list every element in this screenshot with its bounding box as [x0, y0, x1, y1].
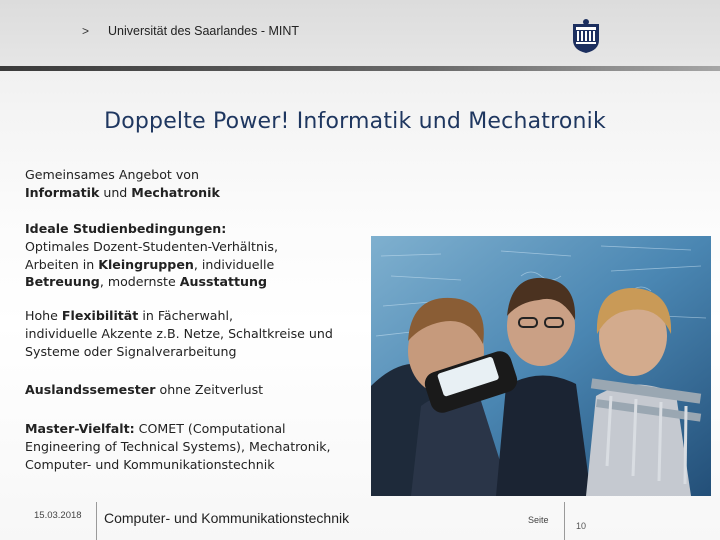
footer-page-label: Seite [528, 515, 549, 525]
bullet-heading: Master-Vielfalt: [25, 421, 135, 436]
bullet-text: COMET (Computational [134, 421, 286, 436]
bullet-study-conditions: Ideale Studienbedingungen: Optimales Doz… [25, 220, 278, 291]
bullet-text: Systeme oder Signalverarbeitung [25, 343, 237, 359]
bullet-joint-offer: Gemeinsames Angebot von Informatik und M… [25, 166, 220, 202]
bullet-text: und [99, 184, 132, 200]
bullet-emphasis: Flexibilität [61, 308, 139, 323]
breadcrumb-chevron: > [82, 24, 90, 38]
header-divider [0, 66, 720, 71]
university-seal-icon [573, 19, 599, 53]
bullet-text: , modernste [99, 274, 180, 290]
bullet-emphasis: Mechatronik [131, 184, 220, 200]
bullet-semester-abroad: Auslandssemester ohne Zeitverlust [25, 381, 263, 399]
bullet-heading: Ideale Studienbedingungen: [25, 221, 227, 236]
slide-title: Doppelte Power! Informatik und Mechatron… [104, 109, 606, 134]
bullet-master-variety: Master-Vielfalt: COMET (Computational En… [25, 420, 331, 473]
footer-divider [96, 502, 97, 540]
footer-topic: Computer- und Kommunikationstechnik [104, 510, 350, 526]
bullet-text: ohne Zeitverlust [155, 382, 264, 397]
header-title: Universität des Saarlandes - MINT [108, 24, 300, 38]
bullet-text: Optimales Dozent-Studenten-Verhältnis, [25, 238, 278, 254]
bullet-emphasis: Ausstattung [179, 274, 267, 290]
bullet-flexibility: Hohe Flexibilität in Fächerwahl, individ… [25, 307, 333, 360]
bullet-text: Gemeinsames Angebot von [25, 167, 199, 182]
bullet-text: individuelle Akzente z.B. Netze, Schaltk… [25, 325, 333, 341]
bullet-emphasis: Kleingruppen [98, 256, 194, 272]
footer-divider [564, 502, 565, 540]
header-bar: > Universität des Saarlandes - MINT [0, 0, 720, 66]
bullet-text: Engineering of Technical Systems), Mecha… [25, 438, 331, 454]
footer-date: 15.03.2018 [34, 510, 82, 521]
bullet-text: Computer- und Kommunikationstechnik [25, 456, 275, 472]
bullet-text: Hohe [25, 308, 62, 323]
bullet-text: , individuelle [193, 256, 275, 272]
bullet-text: Arbeiten in [25, 256, 99, 272]
bullet-emphasis: Informatik [25, 184, 100, 200]
footer-page-number: 10 [576, 521, 587, 531]
bullet-emphasis: Betreuung [25, 274, 100, 290]
bullet-text: in Fächerwahl, [138, 308, 233, 323]
students-photo [371, 236, 711, 496]
bullet-emphasis: Auslandssemester [25, 382, 156, 397]
